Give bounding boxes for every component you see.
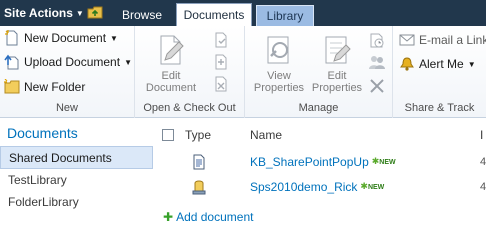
ribbon-group-share-track: E-mail a Link Alert Me ▼ Share & Track: [393, 26, 486, 118]
chevron-down-icon: ▼: [75, 9, 84, 18]
column-header-type[interactable]: Type: [185, 128, 211, 142]
new-folder-icon: [4, 79, 20, 94]
delete-icon[interactable]: [369, 78, 385, 94]
ribbon-group-manage: View Properties Edit Properties Manage: [245, 26, 393, 118]
new-badge-label: NEW: [367, 184, 385, 191]
upload-document-icon: [4, 54, 19, 70]
new-document-icon: [5, 30, 18, 46]
ribbon-group-new: New Document ▼ Upload Document ▼ New Folde…: [0, 26, 135, 118]
left-navigation: Documents Shared Documents TestLibrary F…: [0, 118, 153, 230]
row-trailing-value: 4: [480, 181, 486, 193]
ribbon: New Document ▼ Upload Document ▼ New Folde…: [0, 26, 486, 118]
document-permissions-icon[interactable]: [369, 54, 385, 70]
ribbon-group-label: New: [55, 102, 78, 114]
navigate-up-icon[interactable]: [87, 5, 103, 19]
column-header-trailing[interactable]: I: [480, 128, 483, 142]
edit-document-label-2: Document: [145, 82, 197, 94]
new-badge: ✱NEW: [372, 156, 396, 166]
view-properties-icon: [267, 36, 289, 64]
edit-properties-label-1: Edit: [327, 70, 347, 82]
add-document-link[interactable]: ✚ Add document: [163, 210, 253, 224]
site-template-icon: [192, 180, 206, 195]
nav-heading-documents[interactable]: Documents: [7, 125, 78, 141]
edit-properties-button[interactable]: Edit Properties: [307, 34, 367, 94]
add-document-label: Add document: [176, 210, 254, 224]
row-trailing-value: 4: [480, 156, 486, 168]
document-name-link[interactable]: KB_SharePointPopUp: [250, 155, 369, 169]
document-icon: [193, 154, 205, 170]
table-row[interactable]: Sps2010demo_Rick ✱NEW: [250, 180, 384, 194]
bell-icon: [400, 57, 414, 71]
nav-item-folderlibrary[interactable]: FolderLibrary: [0, 191, 153, 214]
ribbon-group-open-check-out: Edit Document Open & Check Out: [135, 26, 245, 118]
site-actions-menu[interactable]: Site Actions ▼: [4, 6, 84, 20]
site-actions-label: Site Actions: [4, 6, 73, 20]
ribbon-group-label: Manage: [298, 102, 339, 114]
upload-document-label: Upload Document: [24, 55, 121, 69]
new-document-label: New Document: [24, 31, 107, 45]
chevron-down-icon: ▼: [124, 57, 132, 67]
edit-document-label-1: Edit: [161, 70, 181, 82]
table-row[interactable]: KB_SharePointPopUp ✱NEW: [250, 155, 396, 169]
email-link-label: E-mail a Link: [419, 33, 486, 47]
ribbon-group-label: Share & Track: [404, 102, 475, 114]
edit-document-icon: [160, 35, 184, 65]
edit-properties-label-2: Properties: [311, 82, 363, 94]
document-name-link[interactable]: Sps2010demo_Rick: [250, 180, 357, 194]
nav-item-shared-documents[interactable]: Shared Documents: [0, 146, 153, 169]
document-list: Type Name I KB_SharePointPopUp ✱NEW 4 Sps…: [153, 118, 486, 230]
discard-check-out-icon[interactable]: [213, 76, 229, 92]
new-star-icon: ✱: [360, 181, 368, 191]
view-properties-label-2: Properties: [253, 82, 305, 94]
version-history-icon[interactable]: [369, 32, 385, 48]
new-folder-label: New Folder: [24, 80, 86, 94]
ribbon-group-label: Open & Check Out: [143, 102, 236, 114]
view-properties-label-1: View: [267, 70, 291, 82]
tab-browse[interactable]: Browse: [114, 5, 170, 26]
view-properties-button[interactable]: View Properties: [249, 34, 309, 94]
chevron-down-icon: ▼: [110, 33, 118, 43]
edit-document-button[interactable]: Edit Document: [141, 34, 201, 94]
check-in-icon[interactable]: [213, 54, 229, 70]
alert-me-label: Alert Me: [419, 57, 464, 71]
alert-me-button[interactable]: Alert Me ▼: [399, 54, 476, 74]
tab-documents[interactable]: Documents: [176, 3, 252, 26]
edit-properties-icon: [325, 36, 351, 64]
check-out-icon[interactable]: [213, 32, 229, 48]
chevron-down-icon: ▼: [467, 59, 476, 69]
column-header-name[interactable]: Name: [250, 128, 282, 142]
new-badge: ✱NEW: [360, 181, 385, 191]
nav-item-testlibrary[interactable]: TestLibrary: [0, 169, 153, 192]
add-icon: ✚: [163, 210, 174, 224]
select-all-checkbox[interactable]: [162, 129, 174, 141]
tab-library[interactable]: Library: [256, 5, 314, 26]
top-tab-bar: Site Actions ▼ Browse Documents Library: [0, 0, 486, 26]
new-folder-button[interactable]: New Folder: [4, 77, 85, 97]
email-link-button[interactable]: E-mail a Link: [399, 30, 486, 50]
new-badge-label: NEW: [379, 159, 396, 166]
email-icon: [399, 34, 415, 46]
upload-document-button[interactable]: Upload Document ▼: [4, 52, 132, 72]
new-document-button[interactable]: New Document ▼: [4, 28, 118, 48]
